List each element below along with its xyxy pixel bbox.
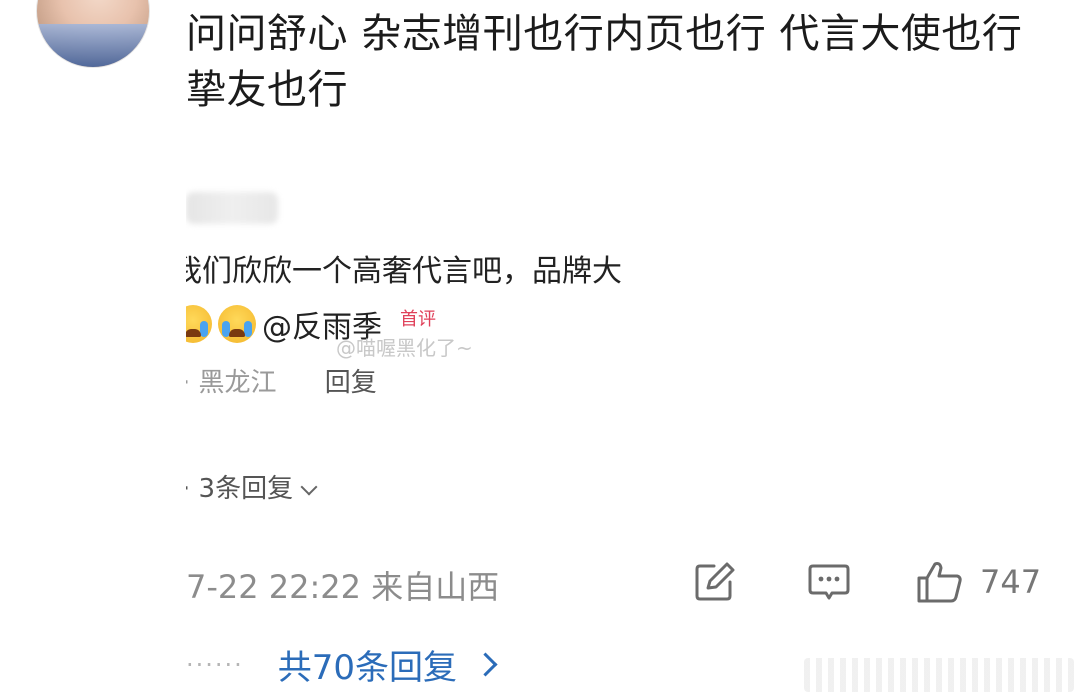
cry-emoji-icon [186, 305, 212, 343]
avatar[interactable] [36, 0, 150, 68]
watermark: @喵喔黑化了~ [336, 336, 473, 360]
blurred-username [186, 192, 278, 224]
chevron-down-icon [300, 478, 318, 496]
dots-separator: ······ [186, 650, 244, 679]
comment-footer: 7-22 22:22 来自山西 747 [186, 560, 1056, 606]
quoted-more-replies-label: · 3条回复 [186, 474, 294, 504]
quoted-reply-label: 回复 [324, 368, 377, 398]
share-button[interactable] [694, 560, 736, 604]
quoted-meta: · 黑龙江 回复 [186, 362, 417, 399]
like-button[interactable]: 747 [916, 560, 1041, 604]
like-icon [917, 562, 962, 603]
view-all-replies-label: 共70条回复 [277, 648, 458, 688]
quoted-location: · 黑龙江 [186, 368, 277, 398]
quoted-comment-line: 我们欣欣一个高奢代言吧，品牌大 [186, 254, 622, 289]
comment-text: 问问舒心 杂志增刊也行内页也行 代言大使也行挚友也行 [186, 11, 1023, 113]
comment-button[interactable] [808, 560, 850, 604]
quoted-screenshot: 我们欣欣一个高奢代言吧，品牌大 @反雨季 首评 @喵喔黑化了~ · 黑龙江 回复… [186, 186, 706, 516]
comment-icon [808, 564, 850, 600]
chevron-right-icon [473, 652, 498, 677]
corner-watermark [804, 658, 1074, 692]
avatar-background [37, 24, 149, 67]
comment-timestamp: 7-22 22:22 来自山西 [186, 568, 500, 606]
like-count: 747 [980, 563, 1042, 601]
share-icon [695, 562, 735, 601]
cry-emoji-icon [218, 305, 256, 343]
quoted-more-replies: · 3条回复 [186, 468, 318, 505]
view-all-replies-link[interactable]: ······ 共70条回复 [186, 640, 498, 689]
first-comment-badge: 首评 [400, 309, 436, 330]
